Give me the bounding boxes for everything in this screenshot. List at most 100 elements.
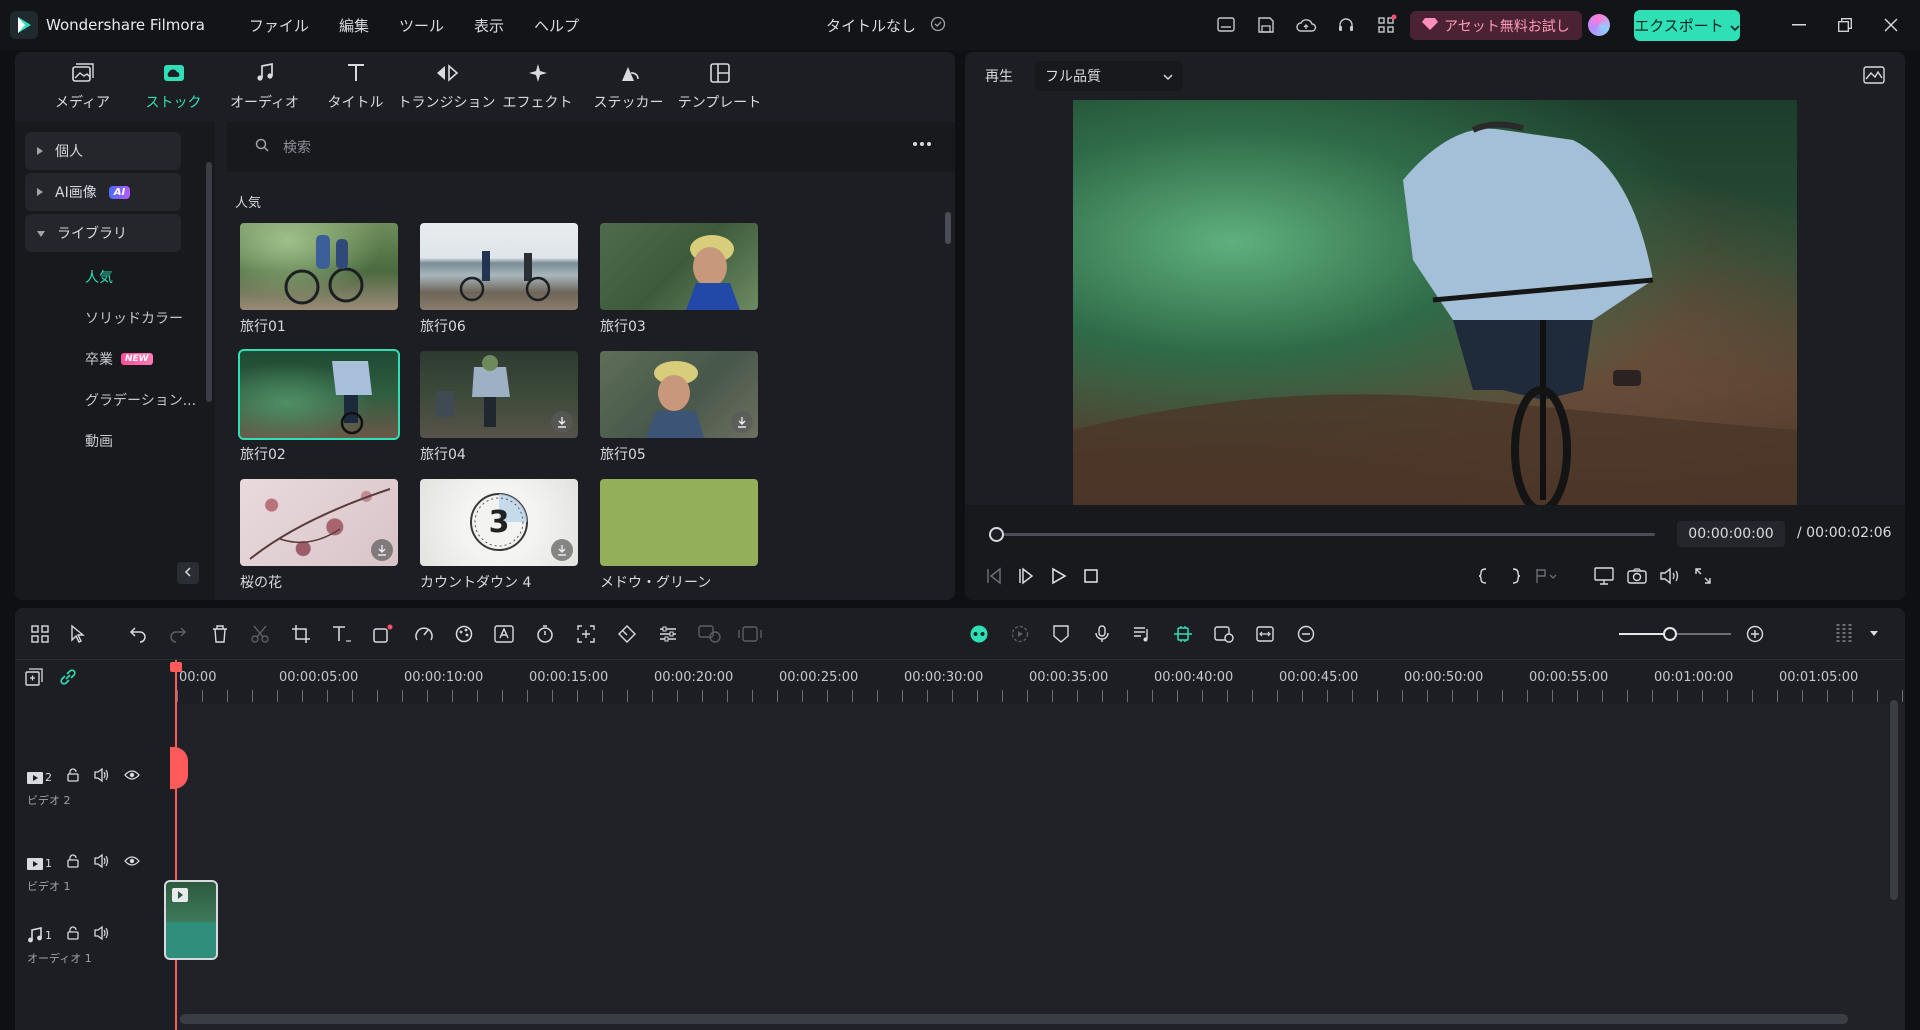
- speed-icon[interactable]: [411, 621, 437, 647]
- speaker-icon[interactable]: [94, 925, 110, 944]
- track-layout-icon[interactable]: [1831, 621, 1857, 647]
- asset-thumb-travel04[interactable]: 旅行04: [420, 351, 578, 464]
- mark-in-icon[interactable]: [1470, 563, 1496, 589]
- zoom-out-icon[interactable]: [1293, 621, 1319, 647]
- fullscreen-icon[interactable]: [1690, 563, 1716, 589]
- layout-grid-icon[interactable]: [27, 621, 53, 647]
- asset-thumb-travel03[interactable]: 旅行03: [600, 223, 758, 336]
- speaker-icon[interactable]: [94, 767, 110, 786]
- minimize-icon[interactable]: [1786, 12, 1812, 38]
- sidebar-sub-solid-color[interactable]: ソリッドカラー: [85, 308, 183, 328]
- current-timecode[interactable]: 00:00:00:00: [1677, 521, 1785, 547]
- menu-edit[interactable]: 編集: [339, 15, 369, 36]
- more-options-icon[interactable]: [913, 142, 931, 146]
- grid-scrollbar[interactable]: [945, 212, 951, 244]
- download-icon[interactable]: [551, 411, 573, 433]
- restore-icon[interactable]: [1832, 12, 1858, 38]
- volume-icon[interactable]: [1657, 563, 1683, 589]
- keyframe-icon[interactable]: [614, 621, 640, 647]
- undo-icon[interactable]: [125, 621, 151, 647]
- asset-thumb-countdown4[interactable]: 3 カウントダウン 4: [420, 479, 578, 592]
- lock-icon[interactable]: [66, 768, 80, 786]
- menu-file[interactable]: ファイル: [249, 15, 309, 36]
- timeline-vertical-scrollbar[interactable]: [1890, 700, 1898, 900]
- playhead[interactable]: [175, 660, 177, 1030]
- chevron-down-icon[interactable]: [1861, 621, 1887, 647]
- timeline-clip-travel02[interactable]: [164, 880, 218, 960]
- tab-stickers[interactable]: ステッカー: [583, 52, 674, 122]
- sidebar-sub-popular[interactable]: 人気: [85, 267, 113, 287]
- save-icon[interactable]: [1253, 12, 1279, 38]
- marker-dropdown-icon[interactable]: [1533, 563, 1559, 589]
- play-icon[interactable]: [1046, 563, 1072, 589]
- sidebar-scrollbar[interactable]: [206, 162, 212, 402]
- redo-icon[interactable]: [165, 621, 191, 647]
- sidebar-sub-video[interactable]: 動画: [85, 431, 113, 451]
- asset-thumb-travel02[interactable]: 旅行02: [238, 349, 400, 464]
- text-tool-icon[interactable]: [329, 621, 355, 647]
- render-preview-icon[interactable]: [1007, 621, 1033, 647]
- asset-thumb-travel06[interactable]: 旅行06: [420, 223, 578, 336]
- zoom-knob[interactable]: [1663, 627, 1677, 641]
- tab-templates[interactable]: テンプレート: [674, 52, 765, 122]
- sidebar-item-library[interactable]: ライブラリ: [25, 214, 181, 252]
- playback-progress[interactable]: [989, 527, 1655, 542]
- download-icon[interactable]: [551, 539, 573, 561]
- asset-thumb-travel05[interactable]: 旅行05: [600, 351, 758, 464]
- snapshot-icon[interactable]: [1624, 563, 1650, 589]
- menu-tools[interactable]: ツール: [399, 15, 444, 36]
- sidebar-item-ai-images[interactable]: AI画像 AI: [25, 173, 181, 211]
- delete-icon[interactable]: [207, 621, 233, 647]
- sidebar-sub-graduation[interactable]: 卒業 NEW: [85, 349, 153, 369]
- tab-stock[interactable]: ストック: [128, 52, 219, 122]
- menu-help[interactable]: ヘルプ: [534, 15, 579, 36]
- lock-icon[interactable]: [66, 854, 80, 872]
- playhead-handle[interactable]: [170, 662, 182, 672]
- lock-icon[interactable]: [66, 926, 80, 944]
- subtitle-icon[interactable]: [1213, 12, 1239, 38]
- eye-icon[interactable]: [124, 855, 140, 871]
- audio-list-icon[interactable]: [1129, 621, 1155, 647]
- freeze-frame-icon[interactable]: [737, 621, 763, 647]
- adjust-sliders-icon[interactable]: [655, 621, 681, 647]
- crop-icon[interactable]: [288, 621, 314, 647]
- timeline-zoom-slider[interactable]: [1619, 627, 1731, 641]
- add-track-icon[interactable]: [25, 668, 43, 690]
- user-avatar[interactable]: [1588, 14, 1610, 36]
- tab-media[interactable]: メディア: [37, 52, 128, 122]
- quality-select[interactable]: フル品質: [1035, 61, 1183, 91]
- select-tool-icon[interactable]: [67, 621, 93, 647]
- close-icon[interactable]: [1878, 12, 1904, 38]
- shape-tool-icon[interactable]: [370, 621, 396, 647]
- sidebar-item-personal[interactable]: 個人: [25, 132, 181, 170]
- asset-thumb-meadow-green[interactable]: メドウ・グリーン: [600, 479, 758, 592]
- sidebar-sub-gradation[interactable]: グラデーション...: [85, 390, 196, 410]
- progress-knob[interactable]: [989, 527, 1004, 542]
- mark-out-icon[interactable]: [1503, 563, 1529, 589]
- stock-search-bar[interactable]: 検索: [227, 122, 955, 172]
- playhead-drag-handle[interactable]: [170, 747, 188, 789]
- asset-thumb-travel01[interactable]: 旅行01: [240, 223, 398, 336]
- tab-titles[interactable]: タイトル: [310, 52, 401, 122]
- auto-ripple-icon[interactable]: [1211, 621, 1237, 647]
- collapse-sidebar-button[interactable]: [177, 562, 199, 584]
- auto-reframe-icon[interactable]: [573, 621, 599, 647]
- preview-video-frame[interactable]: [1073, 100, 1797, 505]
- scopes-icon[interactable]: [1863, 66, 1885, 88]
- apps-grid-icon[interactable]: [1373, 12, 1399, 38]
- tab-transitions[interactable]: トランジション: [398, 52, 496, 122]
- display-settings-icon[interactable]: [1591, 563, 1617, 589]
- speech-to-text-icon[interactable]: [697, 621, 723, 647]
- asset-thumb-cherry-blossom[interactable]: 桜の花: [240, 479, 398, 592]
- microphone-icon[interactable]: [1089, 621, 1115, 647]
- shield-marker-icon[interactable]: [1048, 621, 1074, 647]
- ai-mate-icon[interactable]: [966, 621, 992, 647]
- timeline-ruler[interactable]: 00:00 00:00:05:00 00:00:10:00 00:00:15:0…: [177, 660, 1905, 704]
- download-icon[interactable]: [371, 539, 393, 561]
- fit-timeline-icon[interactable]: [1252, 621, 1278, 647]
- snap-magnet-icon[interactable]: [1170, 621, 1196, 647]
- tab-effects[interactable]: エフェクト: [492, 52, 583, 122]
- prev-frame-icon[interactable]: [981, 563, 1007, 589]
- timeline-tracks-area[interactable]: [177, 704, 1905, 1030]
- speaker-icon[interactable]: [94, 853, 110, 872]
